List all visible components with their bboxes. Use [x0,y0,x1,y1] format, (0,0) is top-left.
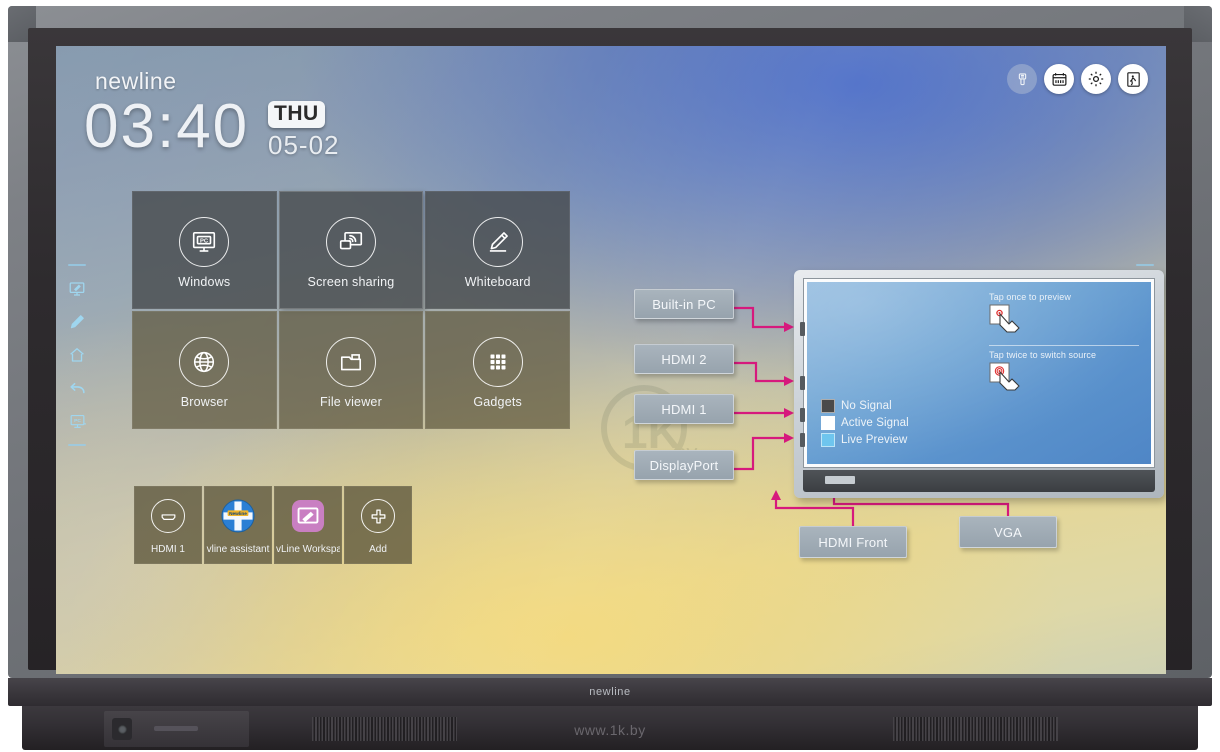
tile-windows[interactable]: PC Windows [132,191,277,309]
app-label: HDMI 1 [151,544,185,555]
source-label: HDMI 2 [661,351,707,367]
legend-swatch [821,433,835,447]
legend-label: Active Signal [841,417,909,429]
tile-screen-sharing[interactable]: Screen sharing [278,191,424,309]
pc-monitor-icon: PC [179,217,230,267]
source-box-displayport[interactable]: DisplayPort [634,450,734,480]
back-arrow-icon[interactable] [67,378,87,398]
source-box-hdmi-front[interactable]: HDMI Front [799,526,907,558]
tile-whiteboard[interactable]: Whiteboard [425,191,570,309]
tile-label: Gadgets [473,395,522,409]
source-label: HDMI Front [818,534,888,550]
svg-text:PC: PC [200,238,209,244]
source-box-built-in-pc[interactable]: Built-in PC [634,289,734,319]
legend-item: Live Preview [821,433,909,447]
hdmi-icon [150,498,186,534]
svg-text:Newline: Newline [229,511,247,517]
side-toolbar-left: PC [62,264,92,446]
pc-source-icon[interactable]: PC [67,411,87,431]
folder-icon [325,337,376,387]
tile-label: Whiteboard [464,275,531,289]
date-widget[interactable]: THU 05-02 [268,101,340,161]
app-shortcut-row: HDMI 1 Newline vline assistant vLine Wor… [134,486,412,564]
display-panel: Tap once to preview Tap twice to switch … [807,282,1151,464]
source-box-hdmi-2[interactable]: HDMI 2 [634,344,734,374]
device-chassis: 1K .by newline 03:40 THU 05-02 [8,6,1212,750]
pen-icon[interactable] [67,312,87,332]
tap-hint-text: Tap once to preview [989,292,1071,302]
clock-widget[interactable]: 03:40 [84,96,249,158]
tile-label: Windows [178,275,231,289]
tap-hints: Tap once to preview Tap twice to switch … [989,292,1139,397]
brand-logo: newline [95,68,177,94]
gear-icon[interactable] [1081,64,1111,94]
tile-label: File viewer [320,395,382,409]
legend-label: No Signal [841,400,892,412]
app-label: vline assistant [206,544,270,555]
source-label: VGA [993,524,1023,540]
pencil-icon [472,217,523,267]
legend-item: Active Signal [821,416,909,430]
date-text: 05-02 [268,130,340,160]
app-add[interactable]: Add [344,486,412,564]
home-icon[interactable] [67,345,87,365]
vline-workspace-icon [290,498,326,534]
clock-time: 03:40 [84,92,250,161]
plus-icon [360,498,396,534]
app-label: Add [369,544,387,555]
legend-item: No Signal [821,399,909,413]
legend-swatch [821,416,835,430]
vline-assistant-icon: Newline [220,498,256,534]
app-hdmi-1[interactable]: HDMI 1 [134,486,202,564]
svg-text:PC: PC [74,417,81,423]
tap-hint-text: Tap twice to switch source [989,350,1097,360]
tile-gadgets[interactable]: Gadgets [425,311,570,429]
site-watermark: www.1k.by [574,722,646,738]
bezel-logo-bar: newline [8,678,1212,706]
screen-share-icon [325,217,376,267]
divider-icon [68,444,86,446]
source-label: Built-in PC [652,296,716,312]
tile-browser[interactable]: Browser [132,311,277,429]
annotate-screen-icon[interactable] [67,279,87,299]
source-box-hdmi-1[interactable]: HDMI 1 [634,394,734,424]
source-label: HDMI 1 [661,401,707,417]
illustrated-display: Tap once to preview Tap twice to switch … [794,270,1164,498]
edge-port [800,376,805,390]
tap-hint-separator [989,345,1139,346]
source-box-vga[interactable]: VGA [959,516,1057,548]
calendar-icon[interactable] [1044,64,1074,94]
bezel-logo: newline [589,686,631,698]
globe-icon [179,337,230,387]
outer-bezel: 1K .by newline 03:40 THU 05-02 [8,6,1212,678]
tile-file-viewer[interactable]: File viewer [278,311,424,429]
grid-apps-icon [472,337,523,387]
tile-label: Browser [180,395,228,409]
exit-icon[interactable] [1118,64,1148,94]
tile-label: Screen sharing [307,275,395,289]
double-tap-icon [989,362,1139,397]
app-tile-grid: PC Windows Screen sharing Whiteboard Bro… [132,191,570,429]
front-port [825,476,855,484]
legend-label: Live Preview [841,434,908,446]
source-connection-diagram: Tap once to preview Tap twice to switch … [616,226,1164,566]
divider-icon [68,264,86,266]
signal-legend: No Signal Active Signal Live Preview [821,399,909,450]
source-label: DisplayPort [649,457,719,473]
weekday-badge: THU [268,101,325,128]
edge-port [800,408,805,422]
single-tap-icon [989,304,1139,339]
edge-port [800,433,805,447]
usb-icon[interactable] [1007,64,1037,94]
legend-swatch [821,399,835,413]
app-vline-assistant[interactable]: Newline vline assistant [204,486,272,564]
app-vline-workspace[interactable]: vLine Workspace [274,486,342,564]
topbar-icon-group [1007,64,1148,94]
display-stand-bar [803,470,1155,492]
app-label: vLine Workspace [276,544,340,555]
edge-port [800,322,805,336]
speaker-bar: www.1k.by [22,706,1198,750]
display-inner-frame: Tap once to preview Tap twice to switch … [803,278,1155,468]
display-screen: 1K .by newline 03:40 THU 05-02 [56,46,1166,674]
